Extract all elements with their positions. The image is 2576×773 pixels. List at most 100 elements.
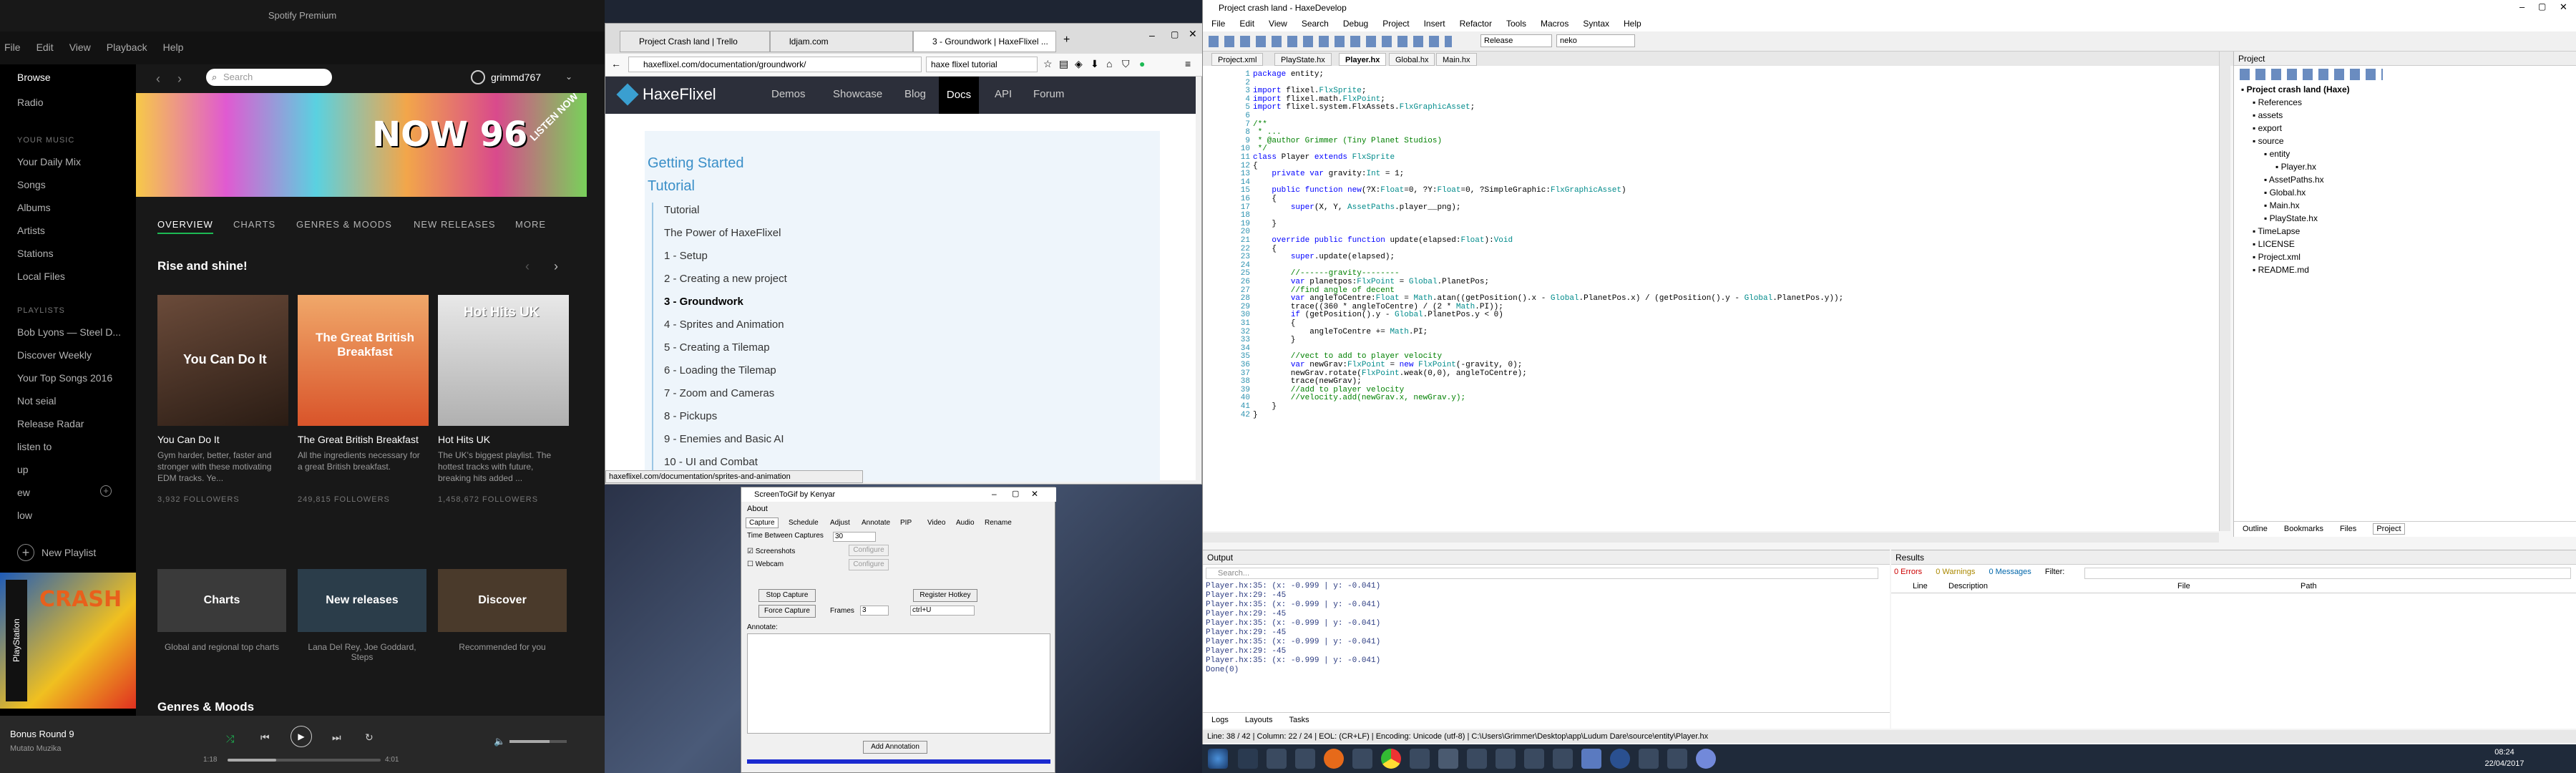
tree-item[interactable]: ▪ Main.hx (2264, 200, 2300, 210)
browser-tab[interactable]: Project Crash land | Trello (620, 31, 770, 52)
site-nav-blog[interactable]: Blog (904, 88, 926, 100)
tab-genres-moods[interactable]: GENRES & MOODS (296, 219, 392, 230)
back-icon[interactable]: ‹ (156, 72, 160, 87)
col-description[interactable]: Description (1948, 582, 1988, 590)
app-icon[interactable] (1467, 749, 1487, 769)
shield-icon[interactable]: ⛉ (1122, 58, 1130, 70)
docs-link-active[interactable]: 3 - Groundwork (664, 296, 743, 308)
maximize-icon[interactable]: ▢ (1012, 489, 1019, 498)
plus-icon[interactable]: + (17, 544, 34, 561)
tab-rename[interactable]: Rename (982, 517, 1015, 528)
clock-date[interactable]: 22/04/2017 (2476, 759, 2533, 768)
tab-more[interactable]: MORE (515, 219, 546, 230)
tab-charts[interactable]: CHARTS (233, 219, 275, 230)
tree-item[interactable]: ▪ References (2253, 97, 2302, 107)
code-line[interactable]: override public function update(elapsed:… (1253, 236, 1513, 245)
track-title[interactable]: Bonus Round 9 (10, 729, 74, 739)
menu-file[interactable]: File (1211, 19, 1225, 29)
code-line[interactable]: import flixel.system.FlxAssets.FlxGraphi… (1253, 103, 1475, 112)
tree-item[interactable]: ▪ Global.hx (2264, 188, 2306, 198)
code-line[interactable]: //------gravity-------- (1253, 269, 1400, 278)
code-line[interactable]: //add to player velocity (1253, 386, 1404, 394)
promo-banner[interactable]: NOW 96 LISTEN NOW (136, 93, 587, 197)
code-editor[interactable]: 1 package entity; 2 3 import flixel.FlxSprit… (1203, 66, 2219, 531)
playlist-item[interactable]: ew (17, 487, 30, 498)
site-nav-forum[interactable]: Forum (1033, 88, 1064, 100)
playlist-card-art[interactable]: Hot Hits UK (438, 295, 569, 426)
editor-hscrollbar[interactable] (1203, 533, 2219, 543)
playlist-item[interactable]: listen to (17, 441, 52, 452)
doc-tab[interactable]: Project.xml (1211, 53, 1264, 66)
code-line[interactable]: trace((360 * angleToCentre) / (2 * Math.… (1253, 303, 1503, 311)
menu-view[interactable]: View (1269, 19, 1287, 29)
doc-tab[interactable]: Global.hx (1389, 53, 1435, 66)
code-line[interactable]: angleToCentre += Math.PI; (1253, 328, 1428, 336)
nav-daily-mix[interactable]: Your Daily Mix (17, 156, 81, 167)
doc-tab[interactable]: Main.hx (1436, 53, 1477, 66)
tree-item[interactable]: ▪ LICENSE (2253, 239, 2295, 249)
volume-icon[interactable]: 🔈 (494, 736, 505, 747)
errors-count[interactable]: 0 Errors (1894, 568, 1922, 576)
code-line[interactable]: var angleToCentre:Float = Math.atan((get… (1253, 294, 1843, 303)
tab-logs[interactable]: Logs (1211, 716, 1229, 724)
firefox-icon[interactable] (1324, 749, 1344, 769)
stop-capture-button[interactable]: Stop Capture (758, 589, 816, 602)
close-icon[interactable]: ✕ (1189, 28, 1197, 40)
code-line[interactable]: super.update(elapsed); (1253, 253, 1395, 261)
docs-link[interactable]: 2 - Creating a new project (664, 273, 787, 285)
build-config-select[interactable]: Release (1480, 34, 1552, 47)
app-icon[interactable] (1352, 749, 1372, 769)
code-line[interactable]: /** (1253, 120, 1267, 129)
code-line[interactable]: package entity; (1253, 70, 1324, 79)
editor-scrollbar[interactable] (2219, 52, 2230, 531)
close-icon[interactable]: ✕ (1031, 489, 1038, 499)
code-line[interactable]: var planetpos:FlxPoint = Global.PlanetPo… (1253, 278, 1489, 286)
register-hotkey-button[interactable]: Register Hotkey (913, 589, 977, 602)
toolbar-icons[interactable] (1209, 36, 1452, 47)
search-input[interactable]: haxe flixel tutorial (926, 57, 1038, 72)
browse-tile-new-releases[interactable]: New releases (298, 569, 426, 632)
card-title[interactable]: Hot Hits UK (438, 434, 490, 445)
docs-link[interactable]: 9 - Enemies and Basic AI (664, 433, 784, 445)
site-brand[interactable]: HaxeFlixel (643, 85, 716, 104)
menu-refactor[interactable]: Refactor (1460, 19, 1492, 29)
browse-tile-charts[interactable]: Charts (157, 569, 286, 632)
project-toolbar-icons[interactable] (2240, 69, 2383, 80)
menu-project[interactable]: Project (1382, 19, 1409, 29)
tab-overview[interactable]: OVERVIEW (157, 219, 213, 234)
playlist-item[interactable]: low (17, 510, 32, 521)
code-line[interactable]: import flixel.FlxSprite; (1253, 87, 1366, 95)
time-between-input[interactable]: 30 (833, 532, 876, 542)
code-line[interactable]: class Player extends FlxSprite (1253, 153, 1395, 162)
shuffle-icon[interactable]: ⤮ (226, 733, 234, 745)
browser-tab[interactable]: ldjam.com (770, 31, 913, 52)
download-icon[interactable]: ⬇ (1091, 58, 1099, 70)
minimize-icon[interactable]: – (2519, 1, 2524, 12)
tab-audio[interactable]: Audio (953, 517, 977, 528)
target-select[interactable]: neko (1556, 34, 1635, 47)
clock-time[interactable]: 08:24 (2476, 748, 2533, 757)
steam-icon[interactable] (1238, 749, 1258, 769)
tab-schedule[interactable]: Schedule (786, 517, 821, 528)
tutorial-header[interactable]: Tutorial (648, 178, 695, 195)
docs-link[interactable]: The Power of HaxeFlixel (664, 227, 781, 239)
discord-icon[interactable] (1696, 749, 1716, 769)
carousel-prev-icon[interactable]: ‹ (525, 259, 530, 274)
playlist-item[interactable]: Your Top Songs 2016 (17, 372, 112, 384)
play-icon[interactable]: ▶ (291, 726, 312, 747)
browser-tab-active[interactable]: 3 - Groundwork | HaxeFlixel ... (913, 31, 1056, 52)
frames-input[interactable]: 3 (860, 606, 889, 616)
results-filter-input[interactable] (2084, 568, 2571, 579)
code-line[interactable]: //find angle of decent (1253, 286, 1395, 295)
doc-tab-active[interactable]: Player.hx (1339, 53, 1387, 66)
menu-playback[interactable]: Playback (107, 42, 147, 53)
code-line[interactable]: { (1253, 245, 1277, 253)
app-icon[interactable] (1438, 749, 1458, 769)
col-line[interactable]: Line (1913, 582, 1928, 590)
app-icon[interactable] (1667, 749, 1687, 769)
tab-outline[interactable]: Outline (2243, 525, 2268, 533)
playlist-card-art[interactable]: The Great British Breakfast (298, 295, 429, 426)
new-playlist-button[interactable]: New Playlist (42, 547, 96, 558)
menu-view[interactable]: View (69, 42, 91, 53)
next-icon[interactable]: ⏭ (332, 731, 341, 744)
